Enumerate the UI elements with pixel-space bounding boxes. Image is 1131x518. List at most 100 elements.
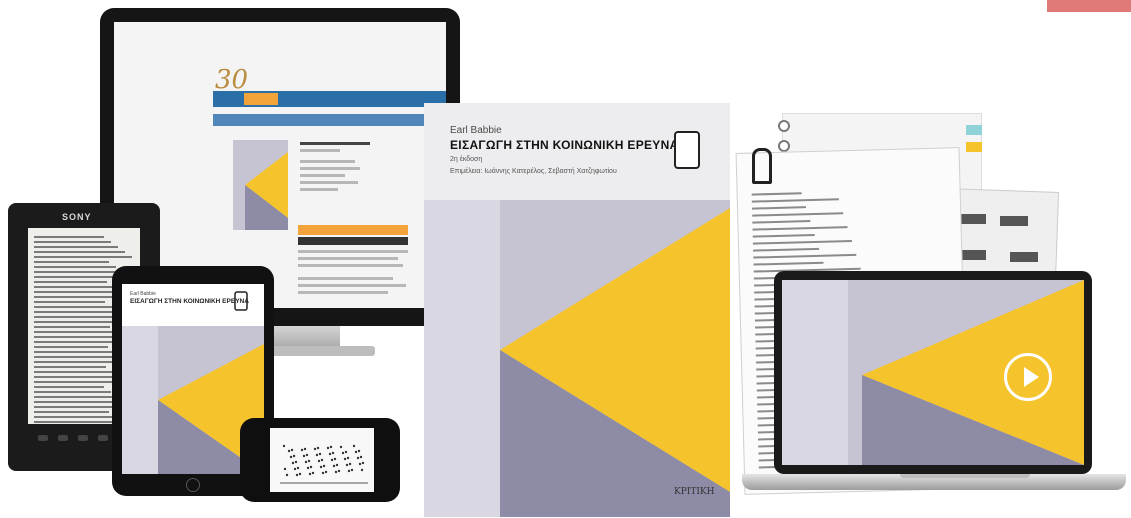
site-book-thumbnail [233, 140, 288, 230]
plot-point [346, 456, 350, 460]
text-line [34, 241, 111, 243]
text-line [34, 281, 107, 283]
ereader-button[interactable] [38, 435, 48, 441]
notebook-ring [778, 120, 790, 132]
text-line [34, 306, 112, 308]
plot-point [282, 444, 286, 448]
site-nav-item-active[interactable] [244, 93, 278, 105]
text-line [34, 416, 116, 418]
diagram-box [1010, 252, 1038, 262]
book-title: ΕΙΣΑΓΩΓΗ ΣΤΗΝ ΚΟΙΝΩΝΙΚΗ ΕΡΕΥΝΑ [450, 138, 679, 152]
text-line [34, 261, 109, 263]
text-line [753, 253, 857, 259]
publisher-logo: ΚΡΙΤΙΚΗ [674, 487, 715, 497]
plot-point [296, 466, 300, 470]
plot-point [302, 454, 306, 458]
plot-point [335, 463, 339, 467]
text-line [751, 198, 839, 203]
text-line [34, 251, 125, 253]
plot-point [337, 469, 341, 473]
text-line [751, 206, 807, 210]
plot-point [356, 456, 360, 460]
text-line [753, 247, 820, 252]
text-line [34, 236, 104, 238]
plot-point [344, 450, 348, 454]
play-button[interactable] [1004, 353, 1052, 401]
ereader-button[interactable] [78, 435, 88, 441]
sticky-tab [966, 142, 982, 152]
plot-point [316, 446, 320, 450]
plot-point [329, 445, 333, 449]
text-line [34, 396, 118, 398]
plot-point [293, 467, 297, 471]
site-book-art [233, 140, 288, 230]
plot-point [317, 459, 321, 463]
book-author: Earl Babbie [450, 125, 502, 136]
text-line [34, 376, 120, 378]
phone-scatter-plot [280, 444, 368, 484]
ereader-button[interactable] [58, 435, 68, 441]
plot-point [331, 451, 335, 455]
tablet-home-button[interactable] [186, 478, 200, 492]
plot-point [322, 464, 326, 468]
text-line [34, 301, 105, 303]
plot-point [311, 471, 315, 475]
binder-clip [752, 148, 772, 184]
plot-point [339, 445, 343, 449]
plot-point [313, 447, 317, 451]
plot-point [326, 446, 330, 450]
plot-point [303, 447, 307, 451]
plot-point [287, 449, 291, 453]
text-line [34, 366, 106, 368]
text-line [752, 220, 811, 224]
plot-point [343, 457, 347, 461]
plot-point [306, 466, 310, 470]
plot-point [290, 448, 294, 452]
ereader-button[interactable] [98, 435, 108, 441]
text-line [34, 246, 118, 248]
plot-point [294, 460, 298, 464]
plot-point [360, 468, 364, 472]
site-text-block [300, 142, 390, 195]
plot-point [307, 459, 311, 463]
text-line [34, 331, 117, 333]
plot-point [330, 458, 334, 462]
plot-point [332, 464, 336, 468]
text-line [34, 311, 119, 313]
plot-point [309, 465, 313, 469]
text-line [34, 256, 132, 258]
book-edition: 2η έκδοση [450, 156, 483, 163]
plot-point [358, 462, 362, 466]
plot-point [319, 465, 323, 469]
phone-screen [270, 428, 374, 492]
plot-point [341, 451, 345, 455]
text-line [751, 192, 802, 196]
plot-point [318, 452, 322, 456]
laptop-notch [900, 474, 1030, 478]
plot-point [304, 460, 308, 464]
plot-point [300, 448, 304, 452]
plot-point [291, 461, 295, 465]
corner-accent-tab [1047, 0, 1131, 12]
plot-point [345, 463, 349, 467]
text-line [34, 286, 114, 288]
text-line [752, 212, 844, 217]
book-editors: Επιμέλεια: Ιωάννης Κατερέλος, Σεβαστή Χα… [450, 168, 617, 175]
plot-point [352, 444, 356, 448]
text-line [34, 391, 111, 393]
text-line [34, 386, 104, 388]
text-line [752, 239, 852, 245]
diagram-box [1000, 216, 1028, 226]
text-line [752, 226, 848, 231]
plot-point [359, 455, 363, 459]
plot-point [320, 458, 324, 462]
plot-point [354, 450, 358, 454]
text-line [34, 351, 115, 353]
text-line [34, 371, 113, 373]
notebook-ring [778, 140, 790, 152]
text-line [752, 233, 815, 238]
text-line [34, 421, 123, 423]
plot-point [361, 461, 365, 465]
text-line [34, 291, 121, 293]
tablet-book-title: ΕΙΣΑΓΩΓΗ ΣΤΗΝ ΚΟΙΝΩΝΙΚΗ ΕΡΕΥΝΑ [130, 298, 249, 305]
